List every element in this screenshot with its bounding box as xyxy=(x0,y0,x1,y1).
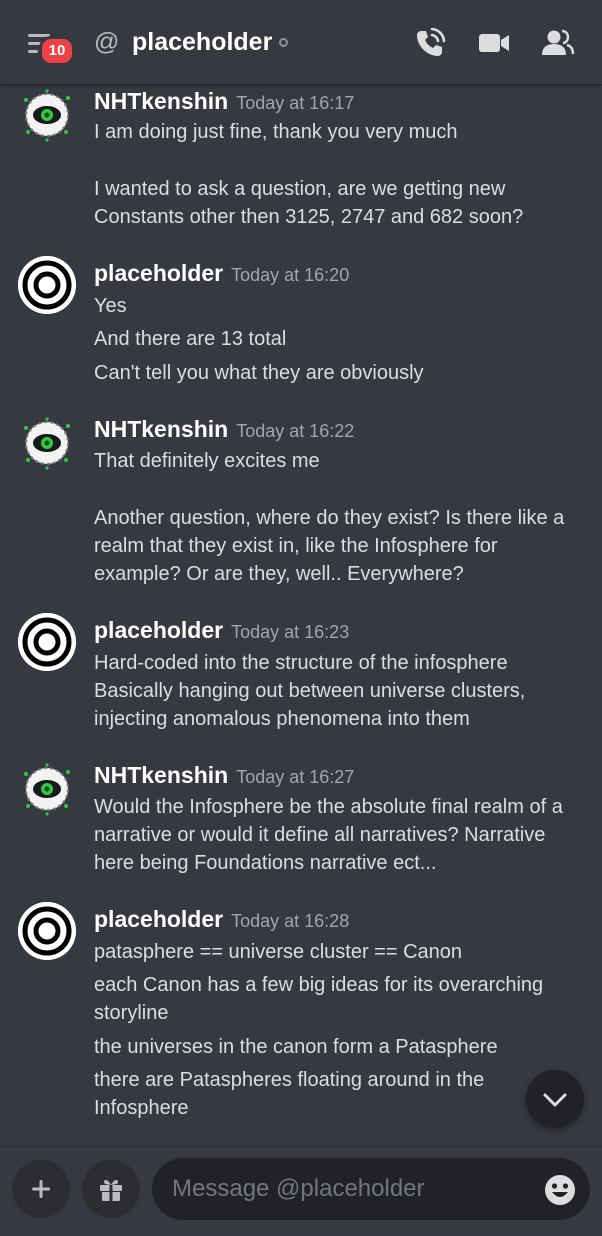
gift-button[interactable] xyxy=(82,1160,140,1218)
message-text: And there are 13 total xyxy=(94,328,287,350)
message-input[interactable] xyxy=(152,1158,590,1220)
attach-button[interactable] xyxy=(12,1160,70,1218)
chat-header: 10 @ placeholder xyxy=(0,0,602,85)
timestamp: Today at 16:22 xyxy=(236,421,355,441)
avatar[interactable] xyxy=(18,86,76,144)
timestamp: Today at 16:27 xyxy=(236,767,355,787)
author-name[interactable]: NHTkenshin xyxy=(94,88,228,114)
chevron-down-icon xyxy=(543,1093,567,1107)
message-text: the universes in the canon form a Patasp… xyxy=(94,1036,498,1058)
message-text: Yes xyxy=(94,295,127,317)
message-text: patasphere == universe cluster == Canon xyxy=(94,941,463,963)
timestamp: Today at 16:20 xyxy=(231,265,350,285)
message-text: Hard-coded into the structure of the inf… xyxy=(94,652,508,674)
author-name[interactable]: NHTkenshin xyxy=(94,416,228,442)
video-icon xyxy=(479,34,509,52)
call-icon xyxy=(417,27,446,56)
target-avatar-icon xyxy=(18,902,76,960)
message-text: Basically hanging out between universe c… xyxy=(94,680,526,730)
author-row: NHTkenshin Today at 16:27 xyxy=(94,760,354,792)
author-row: placeholder Today at 16:23 xyxy=(94,615,349,647)
target-avatar-icon xyxy=(18,256,76,314)
message-text: I wanted to ask a question, are we getti… xyxy=(94,178,524,228)
message-text: each Canon has a few big ideas for its o… xyxy=(94,974,544,1024)
message-composer xyxy=(0,1146,602,1236)
unread-badge: 10 xyxy=(39,36,75,66)
author-name[interactable]: placeholder xyxy=(94,906,223,932)
avatar[interactable] xyxy=(18,414,76,472)
emoji-icon xyxy=(545,1175,575,1205)
author-name[interactable]: NHTkenshin xyxy=(94,762,228,788)
author-row: placeholder Today at 16:28 xyxy=(94,904,349,936)
message-text: Would the Infosphere be the absolute fin… xyxy=(94,796,563,874)
timestamp: Today at 16:17 xyxy=(236,93,355,113)
at-icon: @ xyxy=(94,28,120,56)
author-name[interactable]: placeholder xyxy=(94,617,223,643)
eye-avatar-icon xyxy=(24,89,70,142)
avatar[interactable] xyxy=(18,902,76,960)
eye-avatar-icon xyxy=(24,417,70,470)
video-button[interactable] xyxy=(477,26,511,60)
timestamp: Today at 16:23 xyxy=(231,622,350,642)
author-row: placeholder Today at 16:20 xyxy=(94,258,349,290)
page-title: placeholder xyxy=(132,28,273,56)
target-avatar-icon xyxy=(18,613,76,671)
members-icon xyxy=(542,29,575,55)
avatar[interactable] xyxy=(18,256,76,314)
message-text: That definitely excites me xyxy=(94,450,320,472)
emoji-button[interactable] xyxy=(543,1173,577,1207)
call-button[interactable] xyxy=(413,26,447,60)
eye-avatar-icon xyxy=(24,763,70,816)
message-text: I am doing just fine, thank you very muc… xyxy=(94,121,458,143)
avatar[interactable] xyxy=(18,613,76,671)
menu-button[interactable]: 10 xyxy=(22,28,75,66)
members-button[interactable] xyxy=(541,26,575,60)
author-row: NHTkenshin Today at 16:22 xyxy=(94,414,354,446)
offline-status-icon xyxy=(279,38,288,47)
jump-to-bottom-button[interactable] xyxy=(526,1070,584,1128)
author-row: NHTkenshin Today at 16:17 xyxy=(94,86,354,118)
message-list[interactable]: NHTkenshin Today at 16:17 I am doing just… xyxy=(0,84,602,1146)
message-text: Another question, where do they exist? I… xyxy=(94,507,565,585)
plus-icon xyxy=(32,1180,50,1198)
message-text: there are Pataspheres floating around in… xyxy=(94,1069,485,1119)
timestamp: Today at 16:28 xyxy=(231,911,350,931)
avatar[interactable] xyxy=(18,760,76,818)
author-name[interactable]: placeholder xyxy=(94,260,223,286)
gift-icon xyxy=(100,1179,122,1201)
message-text: Can't tell you what they are obviously xyxy=(94,362,424,384)
